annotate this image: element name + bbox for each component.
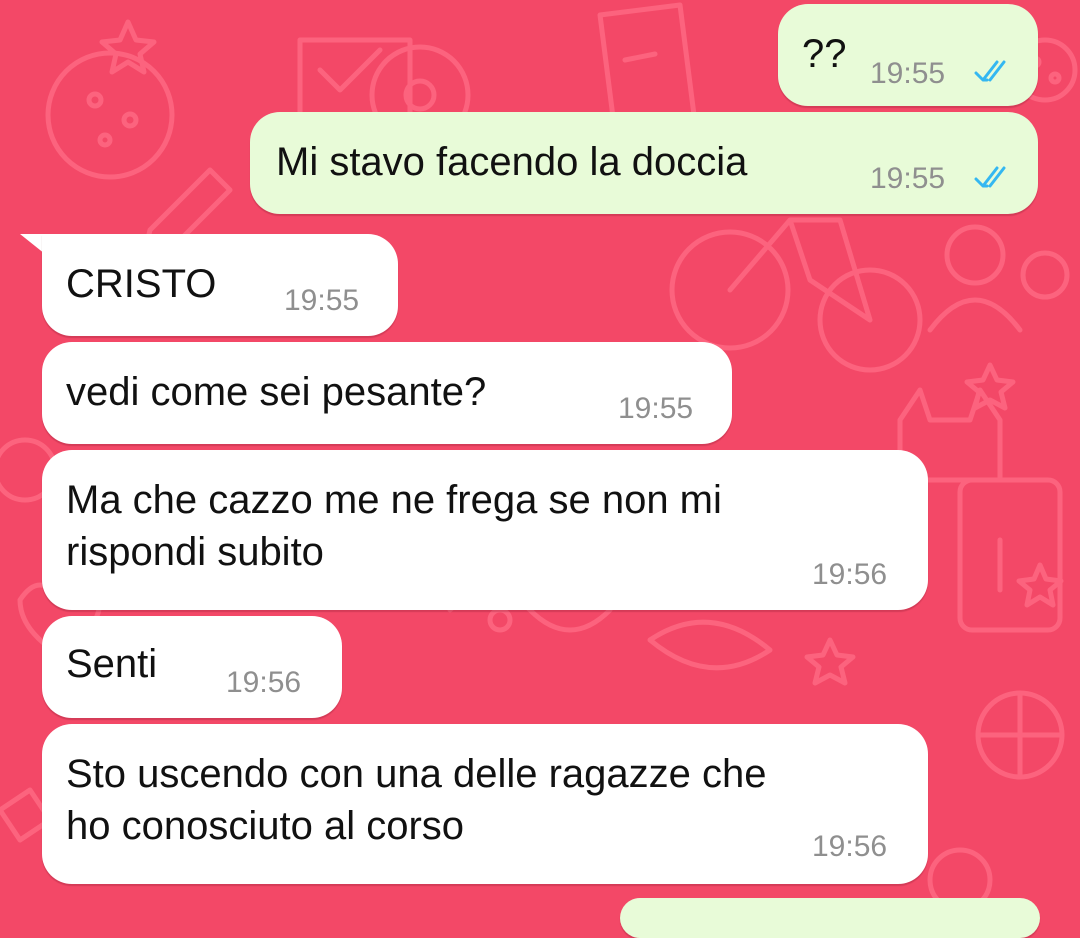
message-timestamp: 19:55 [618, 392, 694, 425]
message-text: Ma che cazzo me ne frega se non mi rispo… [66, 478, 722, 574]
wallpaper-phone-icon [597, 2, 697, 128]
message-bubble-outgoing[interactable]: Mi stavo facendo la doccia 19:55 [250, 112, 1038, 214]
read-receipt-icon [974, 166, 1006, 188]
message-timestamp: 19:56 [812, 830, 888, 863]
message-timestamp: 19:55 [870, 162, 946, 195]
message-timestamp: 19:55 [284, 284, 360, 317]
message-timestamp: 19:55 [870, 57, 946, 90]
message-text: Senti [66, 642, 158, 686]
wallpaper-people-icon [944, 224, 1006, 286]
read-receipt-icon [974, 60, 1006, 82]
message-text: Mi stavo facendo la doccia [276, 140, 748, 184]
message-text: ?? [802, 32, 847, 76]
wallpaper-star-icon-3 [1016, 562, 1064, 608]
message-bubble-outgoing[interactable]: ?? 19:55 [778, 4, 1038, 106]
message-bubble-incoming[interactable]: CRISTO 19:55 [42, 234, 398, 336]
message-bubble-incoming[interactable]: Ma che cazzo me ne frega se non mi rispo… [42, 450, 928, 610]
message-text: vedi come sei pesante? [66, 370, 487, 414]
message-text: CRISTO [66, 262, 217, 306]
message-bubble-partial [620, 898, 1040, 938]
message-timestamp: 19:56 [812, 558, 888, 591]
wallpaper-tablet-icon [957, 477, 1063, 633]
message-bubble-incoming[interactable]: Sto uscendo con una delle ragazze che ho… [42, 724, 928, 884]
wallpaper-star-icon-4 [804, 637, 856, 686]
message-text: Sto uscendo con una delle ragazze che ho… [66, 752, 767, 848]
message-bubble-incoming[interactable]: vedi come sei pesante? 19:55 [42, 342, 732, 444]
message-bubble-incoming[interactable]: Senti 19:56 [42, 616, 342, 718]
wallpaper-leaf-icon [647, 619, 773, 671]
message-timestamp: 19:56 [226, 666, 302, 699]
